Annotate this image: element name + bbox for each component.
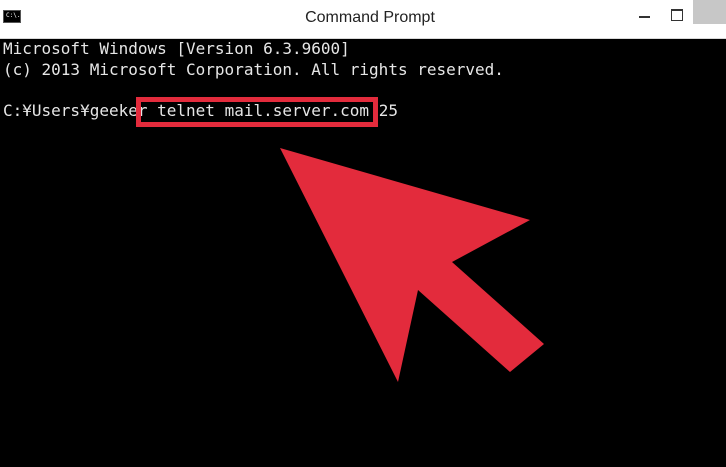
pointer-arrow-shape [280, 148, 544, 382]
pointer-arrow-icon [280, 148, 544, 382]
command-prompt-window: C:\. Command Prompt Microsoft Windows [V… [0, 0, 726, 467]
